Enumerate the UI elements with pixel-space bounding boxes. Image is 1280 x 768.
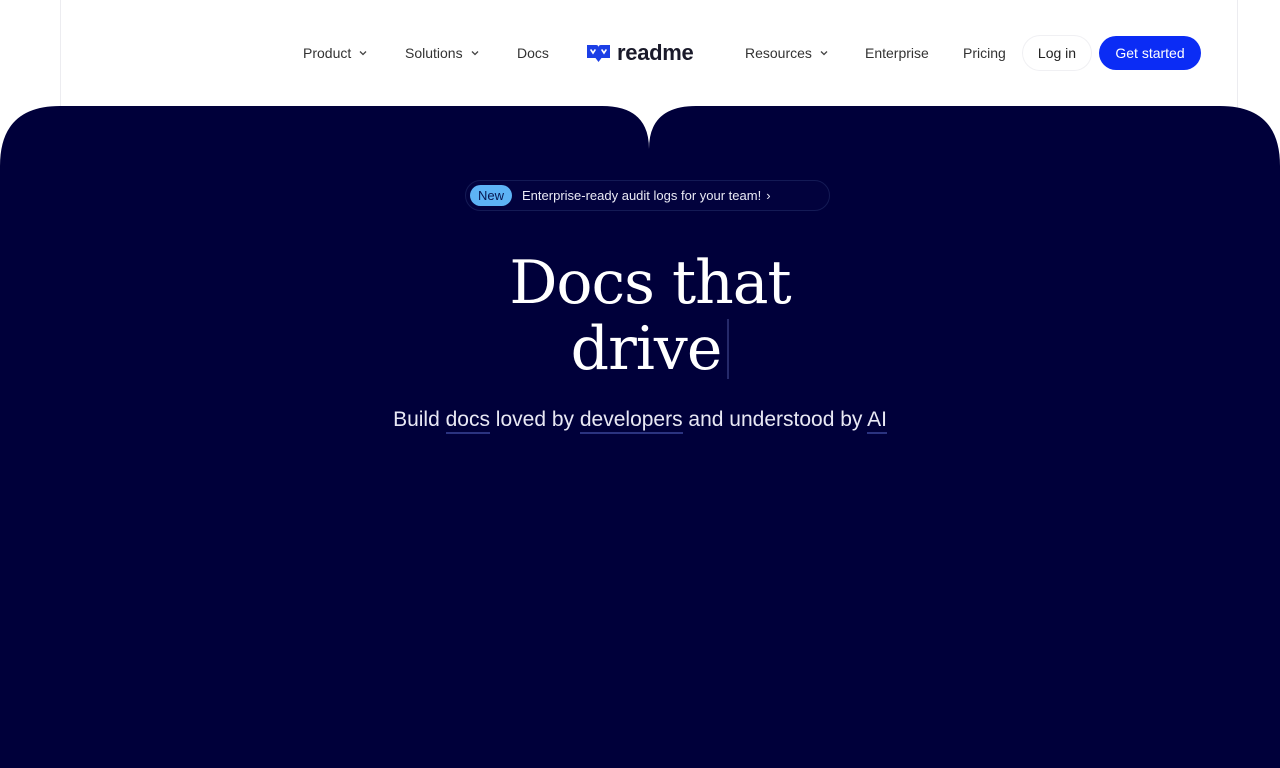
nav-resources-label: Resources [745,45,812,61]
nav-product[interactable]: Product [303,43,367,63]
hero-subheadline: Build docs loved by developers and under… [340,406,940,434]
chevron-down-icon [471,49,479,57]
text-cursor [727,319,730,379]
nav-docs[interactable]: Docs [517,43,549,63]
announcement-text: Enterprise-ready audit logs for your tea… [522,188,762,203]
nav-solutions-label: Solutions [405,45,463,61]
chevron-down-icon [820,49,828,57]
nav-resources[interactable]: Resources [745,43,828,63]
subline-link-ai: AI [867,408,887,434]
readme-logo-icon [587,45,610,62]
headline-line-1: Docs that [509,248,791,318]
subline-part: Build [393,408,446,431]
subline-link-docs: docs [445,408,490,434]
announcement-banner[interactable]: New Enterprise-ready audit logs for your… [465,180,830,211]
subline-link-developers: developers [579,408,683,434]
subline-part: loved by [489,408,580,431]
headline-line-2: drive [570,314,723,384]
top-navigation: Product Solutions Docs readme Resources … [0,0,1280,106]
nav-pricing[interactable]: Pricing [963,43,1006,63]
nav-product-label: Product [303,45,352,61]
readme-logo[interactable]: readme [585,40,694,66]
nav-solutions[interactable]: Solutions [405,43,479,63]
login-button[interactable]: Log in [1023,36,1091,70]
get-started-button[interactable]: Get started [1099,36,1201,70]
nav-enterprise[interactable]: Enterprise [865,43,929,63]
hero-headline: Docs that drive [440,250,860,382]
nav-enterprise-label: Enterprise [865,45,929,61]
subline-part: and understood by [682,408,868,431]
nav-docs-label: Docs [517,45,549,61]
chevron-down-icon [359,49,367,57]
logo-text: readme [617,40,694,65]
new-badge: New [470,185,513,206]
nav-pricing-label: Pricing [963,45,1006,61]
chevron-right-icon: › [766,188,771,203]
